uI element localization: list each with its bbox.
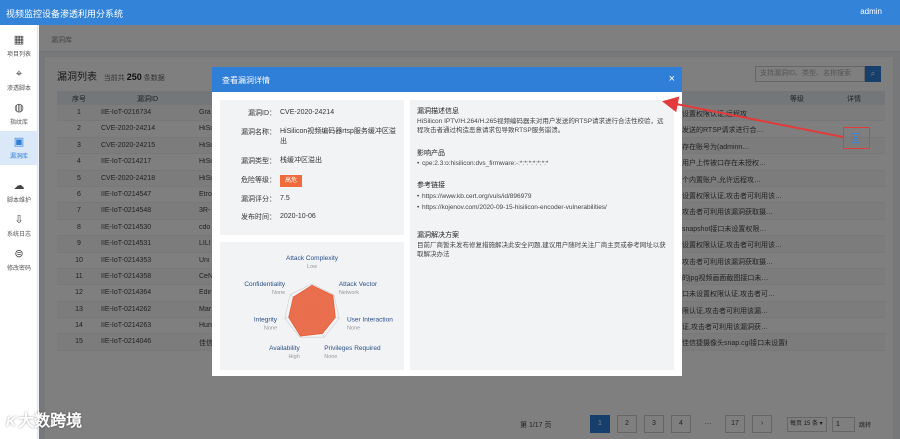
radar-axis-value: Low (307, 264, 317, 270)
top-bar: 视频监控设备渗透利用分系统 admin (0, 0, 900, 25)
radar-axis-label: Availability (269, 345, 300, 352)
radar-axis-value: High (288, 354, 299, 360)
cvss-radar-box: Attack Complexity Low Attack Vector Network… (220, 242, 404, 370)
modal-header: 查看漏洞详情 × (212, 67, 682, 92)
sidebar-item-fingerprints[interactable]: ◍ 指纹库 (0, 97, 38, 131)
description-box: 漏洞描述信息 HiSilicon IPTV/H.264/H.265视频编码器未对… (410, 100, 674, 370)
risk-badge: 高危 (280, 175, 303, 187)
field-value: HiSilicon视频编码器rtsp服务缓冲区溢出 (280, 128, 396, 145)
field-label: 漏洞ID： (248, 110, 276, 117)
sidebar-item-label: 渗透脚本 (6, 86, 31, 92)
field-label: 发布时间： (241, 214, 276, 221)
field-label: 漏洞类型： (241, 158, 276, 165)
field-value: CVE-2020-24214 (280, 109, 335, 116)
desc-text: HiSilicon IPTV/H.264/H.265视频编码器未对用户发送的RT… (417, 118, 664, 134)
field-label: 漏洞名称： (241, 129, 276, 136)
radar-axis-value: None (324, 354, 337, 360)
sidebar-item-label: 系统日志 (6, 232, 31, 238)
risk-value-wrap: 高危 (280, 175, 396, 187)
radar-axis-value: None (272, 290, 285, 296)
radar-axis-value: None (264, 325, 277, 331)
product-title: 影响产品 (417, 150, 445, 157)
detail-icon[interactable] (851, 133, 860, 143)
vuln-detail-modal: 查看漏洞详情 × 漏洞ID： CVE-2020-24214 漏洞名称： HiSi… (212, 67, 682, 376)
fingerprint-icon: ◍ (14, 102, 24, 114)
close-icon[interactable]: × (669, 73, 675, 85)
solution-text: 目前厂商暂未发布修复措施解决此安全问题,建议用户随时关注厂商主页或参考网址以获取… (417, 242, 666, 258)
crosshair-icon: ⌖ (15, 68, 23, 80)
sidebar-item-script-maintenance[interactable]: ☁ 脚本维护 (0, 175, 38, 209)
cvss-radar-chart: Attack Complexity Low Attack Vector Network… (244, 255, 393, 360)
radar-axis-value: Network (339, 290, 359, 296)
field-value: 栈缓冲区溢出 (280, 157, 322, 164)
sidebar-item-projects[interactable]: ▦ 项目列表 (0, 29, 38, 63)
radar-axis-label: Attack Complexity (286, 255, 339, 262)
sidebar: ▦ 项目列表 ⌖ 渗透脚本 ◍ 指纹库 ▣ 漏洞库 ☁ 脚本维护 ⇩ 系统日志 … (0, 25, 38, 439)
sidebar-item-logs[interactable]: ⇩ 系统日志 (0, 209, 38, 243)
lock-icon: ⊜ (14, 248, 24, 260)
desc-title: 漏洞描述信息 (417, 108, 459, 115)
sidebar-item-label: 脚本维护 (6, 198, 31, 204)
radar-axis-value: None (347, 325, 360, 331)
radar-axis-label: Privileges Required (324, 345, 381, 352)
sidebar-item-scripts[interactable]: ⌖ 渗透脚本 (0, 63, 38, 97)
cloud-upload-icon: ☁ (13, 180, 25, 192)
field-label: 漏洞评分： (241, 196, 276, 203)
sidebar-item-label: 漏洞库 (9, 154, 28, 160)
info-box: 漏洞ID： CVE-2020-24214 漏洞名称： HiSilicon视频编码… (220, 100, 404, 235)
radar-axis-label: Integrity (254, 316, 278, 323)
watermark: K 大数跨境 (6, 407, 82, 431)
sidebar-item-label: 项目列表 (6, 52, 31, 58)
radar-axis-label: User Interaction (347, 316, 393, 323)
solution-title: 漏洞解决方案 (417, 232, 459, 239)
field-value: 7.5 (280, 195, 290, 202)
watermark-text: 大数跨境 (18, 413, 83, 430)
sidebar-item-label: 修改密码 (6, 266, 31, 272)
ref-title: 参考链接 (417, 182, 445, 189)
sidebar-item-vuln-db[interactable]: ▣ 漏洞库 (0, 131, 38, 165)
log-icon: ⇩ (14, 214, 24, 226)
grid-icon: ▦ (13, 34, 25, 46)
ref-link[interactable]: https://kojenov.com/2020-09-15-hisilicon… (417, 203, 667, 212)
ref-link[interactable]: https://www.kb.cert.org/vuls/id/896979 (417, 193, 667, 200)
field-label: 危险等级： (241, 177, 276, 184)
sidebar-item-password[interactable]: ⊜ 修改密码 (0, 243, 38, 277)
field-value: 2020-10-06 (280, 213, 316, 220)
watermark-logo: K (6, 413, 17, 429)
radar-area (288, 284, 336, 337)
radar-axis-label: Attack Vector (339, 281, 378, 288)
modal-title: 查看漏洞详情 (222, 76, 270, 85)
user-name[interactable]: admin (860, 7, 882, 16)
product-item: cpe:2.3:o:hisilicon:dvs_firmware:-:*:*:*… (417, 160, 667, 167)
app-title: 视频监控设备渗透利用分系统 (6, 9, 124, 19)
radar-axis-label: Confidentiality (244, 281, 286, 288)
vuln-db-icon: ▣ (13, 136, 25, 148)
sidebar-item-label: 指纹库 (9, 120, 28, 126)
modal-body: 漏洞ID： CVE-2020-24214 漏洞名称： HiSilicon视频编码… (220, 100, 674, 370)
